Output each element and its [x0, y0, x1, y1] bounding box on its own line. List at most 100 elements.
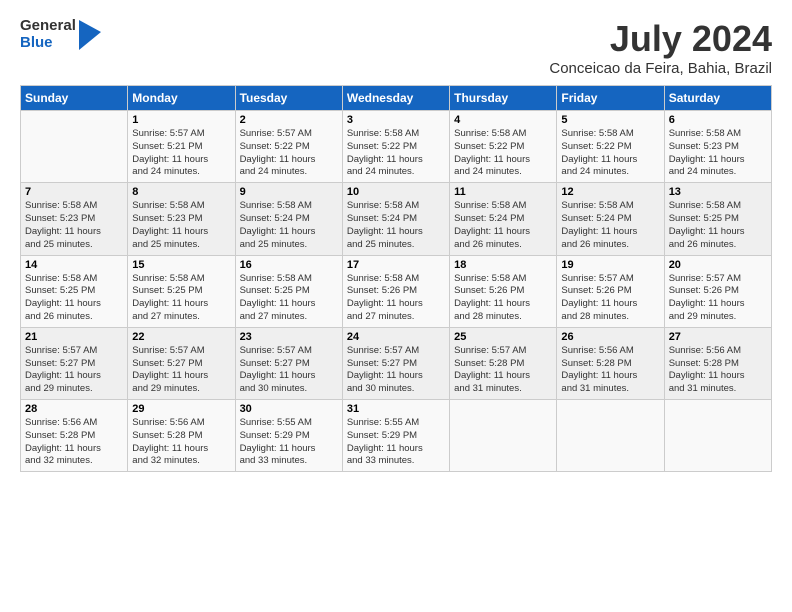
day-info: Sunrise: 5:58 AM Sunset: 5:22 PM Dayligh… [454, 128, 552, 179]
day-cell: 21Sunrise: 5:57 AM Sunset: 5:27 PM Dayli… [21, 327, 128, 399]
main-title: July 2024 [549, 18, 772, 60]
day-number: 25 [454, 331, 552, 343]
day-number: 20 [669, 259, 767, 271]
day-cell [450, 400, 557, 472]
day-number: 31 [347, 403, 445, 415]
day-cell: 12 Sunrise: 5:58 AM Sunset: 5:24 PM Dayli… [557, 183, 664, 255]
day-cell: 18 Sunrise: 5:58 AM Sunset: 5:26 PM Dayli… [450, 255, 557, 327]
logo-icon [79, 20, 101, 50]
day-number: 4 [454, 114, 552, 126]
day-number: 15 [132, 259, 230, 271]
day-number: 18 [454, 259, 552, 271]
day-cell: 7 Sunrise: 5:58 AM Sunset: 5:23 PM Daylig… [21, 183, 128, 255]
day-number: 17 [347, 259, 445, 271]
day-info: Sunrise: 5:58 AM Sunset: 5:24 PM Dayligh… [347, 200, 445, 251]
day-cell [664, 400, 771, 472]
day-cell: 8Sunrise: 5:58 AM Sunset: 5:23 PM Daylig… [128, 183, 235, 255]
title-block: July 2024 Conceicao da Feira, Bahia, Bra… [549, 18, 772, 77]
day-info: Sunrise: 5:57 AM Sunset: 5:21 PM Dayligh… [132, 128, 230, 179]
day-info: Sunrise: 5:57 AM Sunset: 5:28 PM Dayligh… [454, 345, 552, 396]
day-number: 12 [561, 186, 659, 198]
day-info: Sunrise: 5:57 AM Sunset: 5:27 PM Dayligh… [240, 345, 338, 396]
day-cell: 29Sunrise: 5:56 AM Sunset: 5:28 PM Dayli… [128, 400, 235, 472]
day-cell: 19 Sunrise: 5:57 AM Sunset: 5:26 PM Dayli… [557, 255, 664, 327]
day-number: 7 [25, 186, 123, 198]
day-cell: 27Sunrise: 5:56 AM Sunset: 5:28 PM Dayli… [664, 327, 771, 399]
day-info: Sunrise: 5:58 AM Sunset: 5:25 PM Dayligh… [240, 273, 338, 324]
day-cell: 5 Sunrise: 5:58 AM Sunset: 5:22 PM Daylig… [557, 111, 664, 183]
day-cell: 20 Sunrise: 5:57 AM Sunset: 5:26 PM Dayli… [664, 255, 771, 327]
day-cell: 14 Sunrise: 5:58 AM Sunset: 5:25 PM Dayli… [21, 255, 128, 327]
day-number: 27 [669, 331, 767, 343]
day-info: Sunrise: 5:58 AM Sunset: 5:24 PM Dayligh… [561, 200, 659, 251]
calendar-table: SundayMondayTuesdayWednesdayThursdayFrid… [20, 85, 772, 472]
week-row: 7 Sunrise: 5:58 AM Sunset: 5:23 PM Daylig… [21, 183, 772, 255]
day-info: Sunrise: 5:58 AM Sunset: 5:23 PM Dayligh… [669, 128, 767, 179]
day-info: Sunrise: 5:57 AM Sunset: 5:26 PM Dayligh… [561, 273, 659, 324]
day-info: Sunrise: 5:55 AM Sunset: 5:29 PM Dayligh… [240, 417, 338, 468]
week-row: 14 Sunrise: 5:58 AM Sunset: 5:25 PM Dayli… [21, 255, 772, 327]
day-info: Sunrise: 5:58 AM Sunset: 5:26 PM Dayligh… [347, 273, 445, 324]
day-cell: 1 Sunrise: 5:57 AM Sunset: 5:21 PM Daylig… [128, 111, 235, 183]
day-info: Sunrise: 5:58 AM Sunset: 5:23 PM Dayligh… [132, 200, 230, 251]
day-cell: 22Sunrise: 5:57 AM Sunset: 5:27 PM Dayli… [128, 327, 235, 399]
day-info: Sunrise: 5:58 AM Sunset: 5:23 PM Dayligh… [25, 200, 123, 251]
header-day: Friday [557, 86, 664, 111]
day-number: 6 [669, 114, 767, 126]
header: General Blue July 2024 Conceicao da Feir… [20, 18, 772, 77]
day-number: 3 [347, 114, 445, 126]
day-cell: 23 Sunrise: 5:57 AM Sunset: 5:27 PM Dayli… [235, 327, 342, 399]
day-number: 14 [25, 259, 123, 271]
day-cell: 15 Sunrise: 5:58 AM Sunset: 5:25 PM Dayli… [128, 255, 235, 327]
day-info: Sunrise: 5:58 AM Sunset: 5:22 PM Dayligh… [561, 128, 659, 179]
day-info: Sunrise: 5:57 AM Sunset: 5:26 PM Dayligh… [669, 273, 767, 324]
day-info: Sunrise: 5:57 AM Sunset: 5:22 PM Dayligh… [240, 128, 338, 179]
day-info: Sunrise: 5:58 AM Sunset: 5:26 PM Dayligh… [454, 273, 552, 324]
page: General Blue July 2024 Conceicao da Feir… [0, 0, 792, 612]
day-info: Sunrise: 5:57 AM Sunset: 5:27 PM Dayligh… [347, 345, 445, 396]
header-day: Saturday [664, 86, 771, 111]
day-number: 9 [240, 186, 338, 198]
day-cell: 17 Sunrise: 5:58 AM Sunset: 5:26 PM Dayli… [342, 255, 449, 327]
day-number: 28 [25, 403, 123, 415]
week-row: 28 Sunrise: 5:56 AM Sunset: 5:28 PM Dayli… [21, 400, 772, 472]
header-day: Tuesday [235, 86, 342, 111]
day-number: 19 [561, 259, 659, 271]
day-info: Sunrise: 5:57 AM Sunset: 5:27 PM Dayligh… [25, 345, 123, 396]
day-cell: 2 Sunrise: 5:57 AM Sunset: 5:22 PM Daylig… [235, 111, 342, 183]
day-cell: 26 Sunrise: 5:56 AM Sunset: 5:28 PM Dayli… [557, 327, 664, 399]
day-cell: 31 Sunrise: 5:55 AM Sunset: 5:29 PM Dayli… [342, 400, 449, 472]
day-number: 24 [347, 331, 445, 343]
day-cell: 10 Sunrise: 5:58 AM Sunset: 5:24 PM Dayli… [342, 183, 449, 255]
day-number: 16 [240, 259, 338, 271]
day-cell: 16 Sunrise: 5:58 AM Sunset: 5:25 PM Dayli… [235, 255, 342, 327]
day-number: 26 [561, 331, 659, 343]
day-info: Sunrise: 5:58 AM Sunset: 5:25 PM Dayligh… [25, 273, 123, 324]
day-info: Sunrise: 5:58 AM Sunset: 5:22 PM Dayligh… [347, 128, 445, 179]
day-number: 2 [240, 114, 338, 126]
day-info: Sunrise: 5:56 AM Sunset: 5:28 PM Dayligh… [132, 417, 230, 468]
day-cell: 28 Sunrise: 5:56 AM Sunset: 5:28 PM Dayli… [21, 400, 128, 472]
day-cell: 9 Sunrise: 5:58 AM Sunset: 5:24 PM Daylig… [235, 183, 342, 255]
day-number: 1 [132, 114, 230, 126]
day-number: 23 [240, 331, 338, 343]
day-info: Sunrise: 5:58 AM Sunset: 5:25 PM Dayligh… [669, 200, 767, 251]
day-info: Sunrise: 5:56 AM Sunset: 5:28 PM Dayligh… [25, 417, 123, 468]
day-info: Sunrise: 5:56 AM Sunset: 5:28 PM Dayligh… [561, 345, 659, 396]
day-info: Sunrise: 5:58 AM Sunset: 5:24 PM Dayligh… [240, 200, 338, 251]
day-cell [557, 400, 664, 472]
day-number: 10 [347, 186, 445, 198]
subtitle: Conceicao da Feira, Bahia, Brazil [549, 60, 772, 77]
day-info: Sunrise: 5:55 AM Sunset: 5:29 PM Dayligh… [347, 417, 445, 468]
day-cell: 25 Sunrise: 5:57 AM Sunset: 5:28 PM Dayli… [450, 327, 557, 399]
day-cell: 4 Sunrise: 5:58 AM Sunset: 5:22 PM Daylig… [450, 111, 557, 183]
logo-blue: Blue [20, 35, 76, 52]
day-number: 5 [561, 114, 659, 126]
day-info: Sunrise: 5:58 AM Sunset: 5:25 PM Dayligh… [132, 273, 230, 324]
header-day: Monday [128, 86, 235, 111]
day-cell: 24 Sunrise: 5:57 AM Sunset: 5:27 PM Dayli… [342, 327, 449, 399]
day-cell: 11Sunrise: 5:58 AM Sunset: 5:24 PM Dayli… [450, 183, 557, 255]
day-cell [21, 111, 128, 183]
day-info: Sunrise: 5:57 AM Sunset: 5:27 PM Dayligh… [132, 345, 230, 396]
day-cell: 3 Sunrise: 5:58 AM Sunset: 5:22 PM Daylig… [342, 111, 449, 183]
